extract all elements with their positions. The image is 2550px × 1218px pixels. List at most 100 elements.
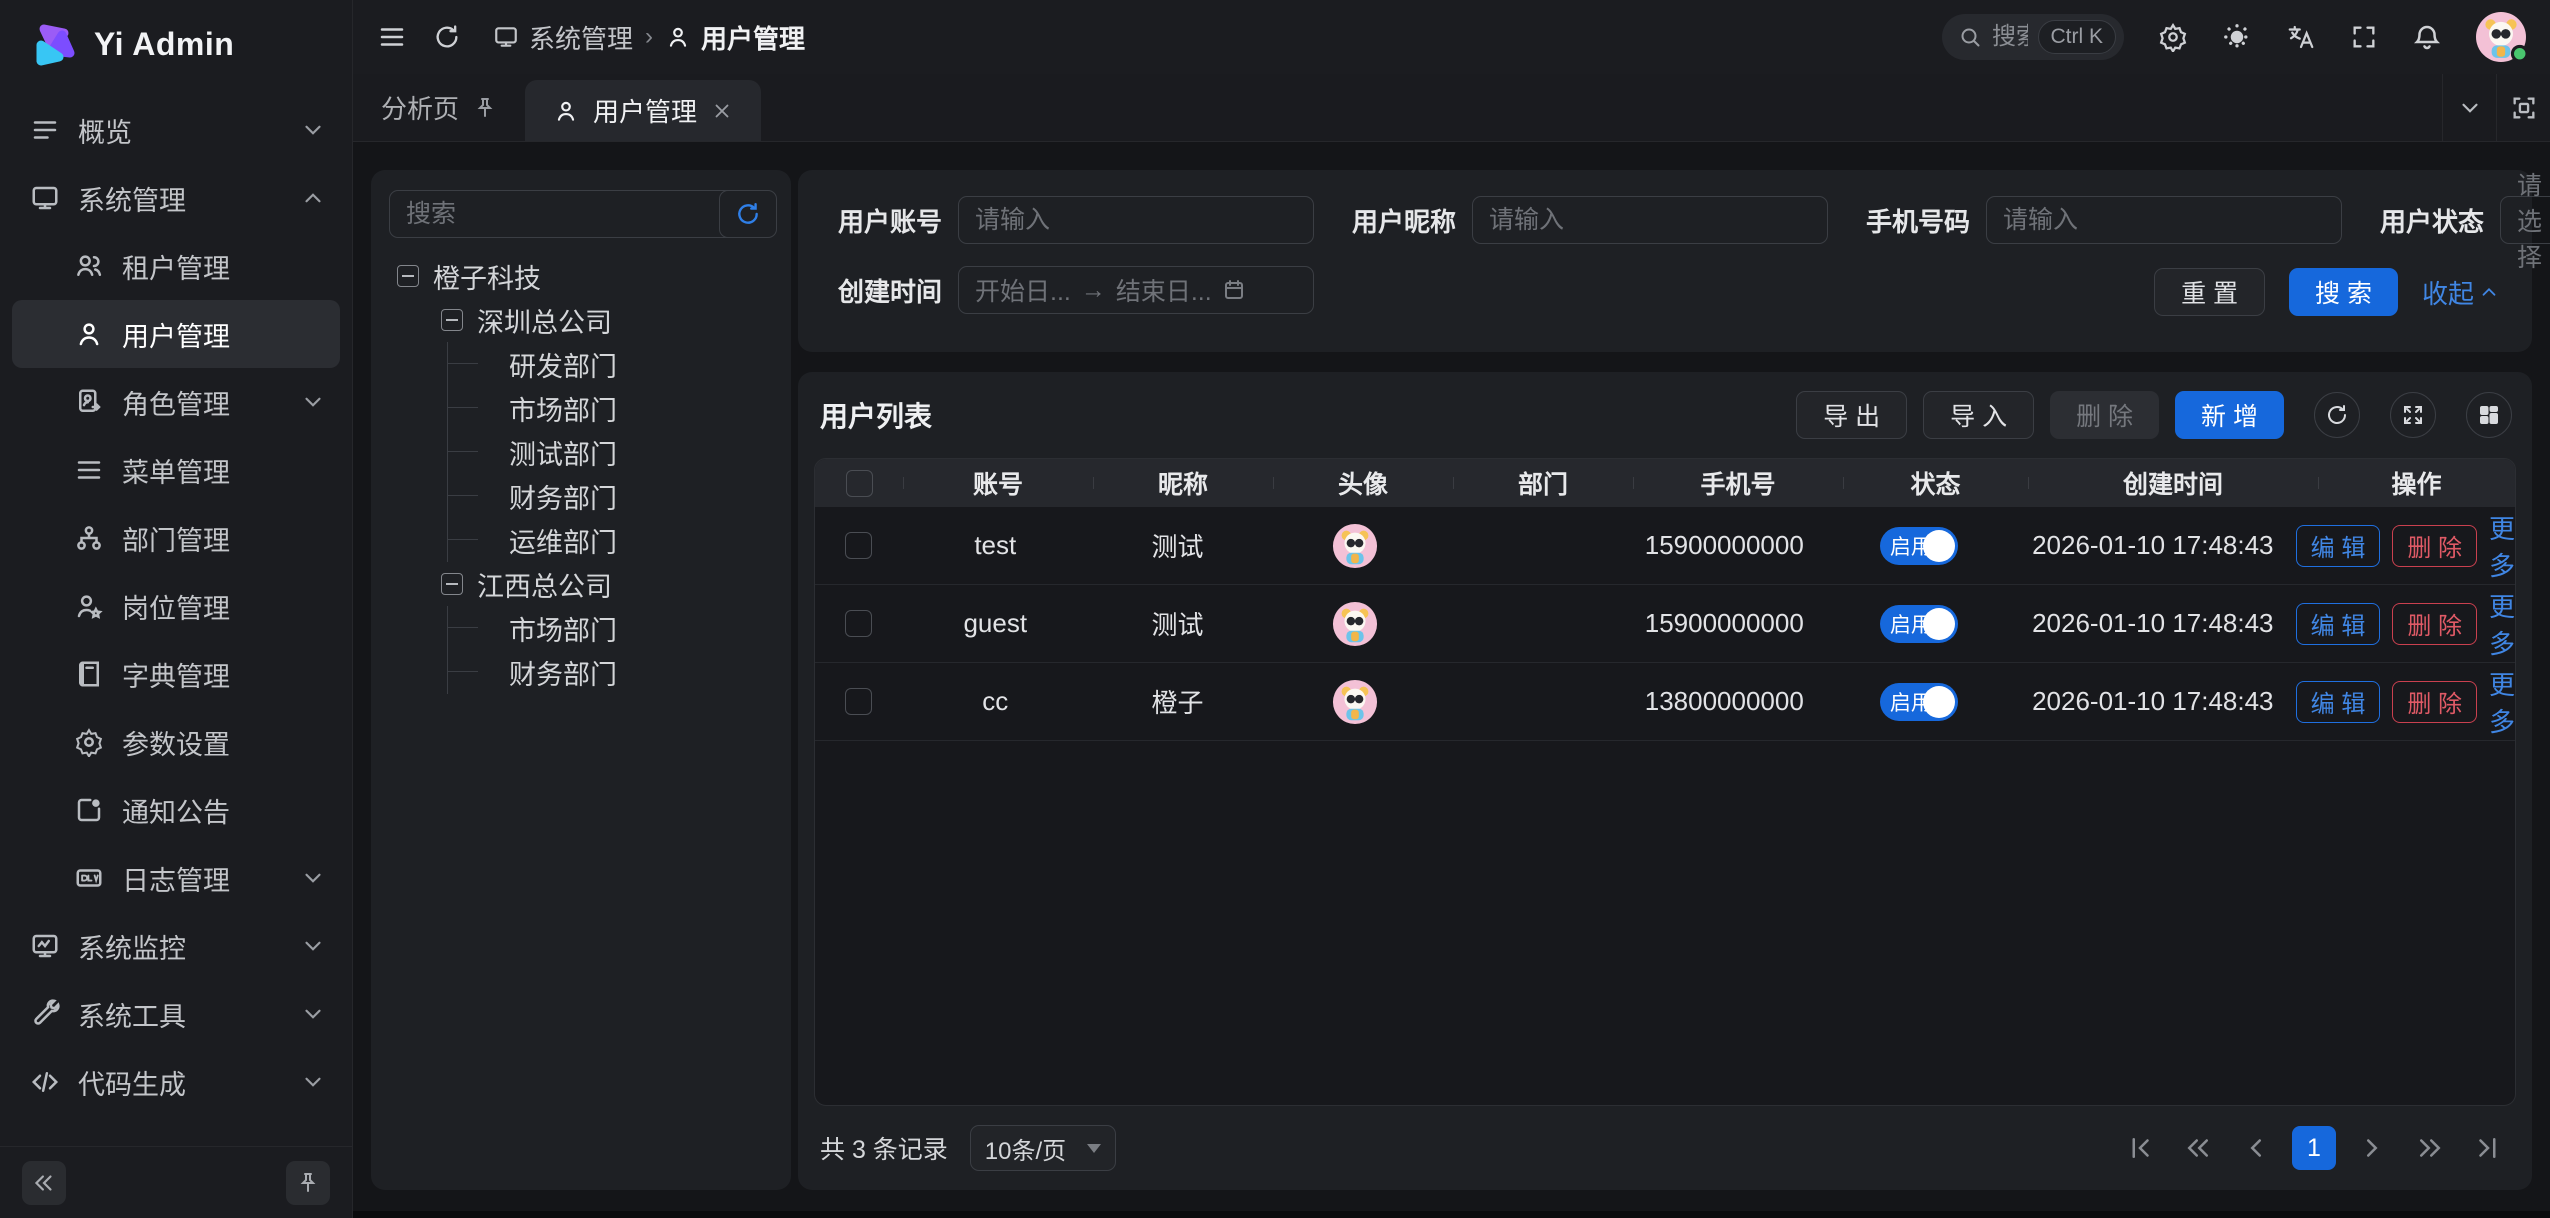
global-search[interactable]: Ctrl K — [1942, 14, 2124, 60]
status-toggle[interactable]: 启用 — [1880, 527, 1958, 565]
notifications-bell-icon[interactable] — [2412, 22, 2442, 52]
sidebar-item-overview[interactable]: 概览 — [0, 96, 352, 164]
sidebar-pin-button[interactable] — [286, 1161, 330, 1205]
sidebar-collapse-button[interactable] — [22, 1161, 66, 1205]
tree-node-jx-market-dept[interactable]: 市场部门 — [389, 606, 773, 650]
sidebar-item-dept-management[interactable]: 部门管理 — [0, 504, 352, 572]
created-daterange-picker[interactable]: 开始日... → 结束日... — [958, 266, 1314, 314]
search-button[interactable]: 搜 索 — [2289, 268, 2398, 316]
refresh-icon[interactable] — [433, 23, 461, 51]
more-link[interactable]: 更多 — [2489, 509, 2515, 583]
column-settings-button[interactable] — [2466, 392, 2512, 438]
row-avatar[interactable] — [1332, 679, 1378, 725]
status-select[interactable]: 请选择 — [2500, 196, 2550, 244]
delete-button[interactable]: 删 除 — [2392, 603, 2477, 645]
fast-forward-button[interactable] — [2408, 1126, 2452, 1170]
prev-page-button[interactable] — [2234, 1126, 2278, 1170]
settings-gear-icon[interactable] — [2158, 22, 2188, 52]
reset-button[interactable]: 重 置 — [2154, 268, 2265, 316]
user-table: 账号 昵称 头像 部门 手机号 状态 创建时间 操作 test 测试 — [814, 458, 2516, 1106]
pin-icon[interactable] — [473, 96, 497, 120]
tree-connector — [447, 342, 495, 386]
tree-collapse-icon[interactable] — [397, 265, 419, 287]
fullscreen-icon[interactable] — [2350, 23, 2378, 51]
sidebar-item-notice-announcement[interactable]: 通知公告 — [0, 776, 352, 844]
current-page[interactable]: 1 — [2292, 1126, 2336, 1170]
tab-list-dropdown-button[interactable] — [2442, 74, 2496, 141]
language-icon[interactable] — [2286, 22, 2316, 52]
table-fullscreen-button[interactable] — [2390, 392, 2436, 438]
export-button[interactable]: 导 出 — [1796, 391, 1907, 439]
content-maximize-button[interactable] — [2496, 74, 2550, 141]
sidebar-item-log-management[interactable]: 日志管理 — [0, 844, 352, 912]
phone-input[interactable] — [1986, 196, 2342, 244]
tree-collapse-icon[interactable] — [441, 573, 463, 595]
tree-node-rd-dept[interactable]: 研发部门 — [389, 342, 773, 386]
tree-node-ops-dept[interactable]: 运维部门 — [389, 518, 773, 562]
page-size-select[interactable]: 10条/页 — [970, 1125, 1116, 1171]
more-link[interactable]: 更多 — [2489, 587, 2515, 661]
last-page-button[interactable] — [2466, 1126, 2510, 1170]
breadcrumb-current[interactable]: 用户管理 — [665, 19, 805, 56]
sidebar-item-post-management[interactable]: 岗位管理 — [0, 572, 352, 640]
tree-node-finance-dept[interactable]: 财务部门 — [389, 474, 773, 518]
batch-delete-button[interactable]: 删 除 — [2050, 391, 2159, 439]
status-label: 用户状态 — [2372, 202, 2484, 239]
delete-button[interactable]: 删 除 — [2392, 525, 2477, 567]
tab-user-management[interactable]: 用户管理 — [525, 80, 761, 141]
sidebar-item-system-management[interactable]: 系统管理 — [0, 164, 352, 232]
sidebar-item-param-settings[interactable]: 参数设置 — [0, 708, 352, 776]
nickname-input[interactable] — [1472, 196, 1828, 244]
announcement-icon — [74, 795, 104, 825]
import-button[interactable]: 导 入 — [1923, 391, 2034, 439]
sidebar-item-code-generation[interactable]: 代码生成 — [0, 1048, 352, 1116]
row-checkbox[interactable] — [845, 688, 872, 715]
tab-analysis[interactable]: 分析页 — [353, 74, 525, 141]
tree-node-test-dept[interactable]: 测试部门 — [389, 430, 773, 474]
tree-node-shenzhen-hq[interactable]: 深圳总公司 — [389, 298, 773, 342]
sidebar-item-dict-management[interactable]: 字典管理 — [0, 640, 352, 708]
tree-node-jx-finance-dept[interactable]: 财务部门 — [389, 650, 773, 694]
fast-backward-button[interactable] — [2176, 1126, 2220, 1170]
select-all-checkbox[interactable] — [846, 470, 873, 497]
theme-sun-icon[interactable] — [2222, 22, 2252, 52]
row-avatar[interactable] — [1332, 601, 1378, 647]
tree-search-input[interactable] — [389, 190, 773, 238]
row-checkbox[interactable] — [845, 610, 872, 637]
sidebar-item-system-monitor[interactable]: 系统监控 — [0, 912, 352, 980]
row-avatar[interactable] — [1332, 523, 1378, 569]
breadcrumb-section[interactable]: 系统管理 — [493, 19, 633, 56]
delete-button[interactable]: 删 除 — [2392, 681, 2477, 723]
tree-node-jiangxi-hq[interactable]: 江西总公司 — [389, 562, 773, 606]
add-button[interactable]: 新 增 — [2175, 391, 2284, 439]
book-icon — [74, 659, 104, 689]
sidebar-item-tenant-management[interactable]: 租户管理 — [0, 232, 352, 300]
status-toggle[interactable]: 启用 — [1880, 683, 1958, 721]
sidebar-item-menu-management[interactable]: 菜单管理 — [0, 436, 352, 504]
row-checkbox[interactable] — [845, 532, 872, 559]
user-avatar[interactable] — [2476, 12, 2526, 62]
table-refresh-button[interactable] — [2314, 392, 2360, 438]
edit-button[interactable]: 编 辑 — [2296, 525, 2381, 567]
phone-label: 手机号码 — [1858, 202, 1970, 239]
first-page-button[interactable] — [2118, 1126, 2162, 1170]
sidebar-item-role-management[interactable]: 角色管理 — [0, 368, 352, 436]
sidebar-item-user-management[interactable]: 用户管理 — [12, 300, 340, 368]
close-icon[interactable] — [711, 100, 733, 122]
cell-nickname: 测试 — [1089, 527, 1266, 564]
tree-refresh-button[interactable] — [719, 190, 777, 238]
sidebar-item-system-tools[interactable]: 系统工具 — [0, 980, 352, 1048]
next-page-button[interactable] — [2350, 1126, 2394, 1170]
tree-node-company[interactable]: 橙子科技 — [389, 254, 773, 298]
tree-node-market-dept[interactable]: 市场部门 — [389, 386, 773, 430]
tree-collapse-icon[interactable] — [441, 309, 463, 331]
edit-button[interactable]: 编 辑 — [2296, 603, 2381, 645]
collapse-filters-link[interactable]: 收起 — [2422, 274, 2500, 311]
double-chevron-right-icon — [2415, 1133, 2445, 1163]
edit-button[interactable]: 编 辑 — [2296, 681, 2381, 723]
global-search-input[interactable] — [1992, 23, 2028, 51]
more-link[interactable]: 更多 — [2489, 665, 2515, 739]
account-input[interactable] — [958, 196, 1314, 244]
status-toggle[interactable]: 启用 — [1880, 605, 1958, 643]
menu-toggle-icon[interactable] — [377, 22, 407, 52]
